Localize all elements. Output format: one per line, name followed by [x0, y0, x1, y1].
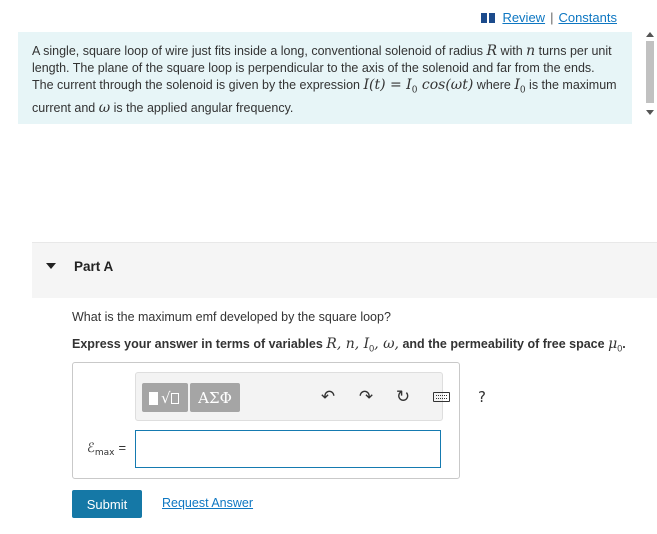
var-omega: ω	[98, 99, 111, 116]
question-text: What is the maximum emf developed by the…	[72, 310, 391, 324]
link-separator: |	[550, 10, 554, 25]
toolbar-button-group: √ ΑΣΦ	[142, 383, 240, 412]
part-title: Part A	[74, 259, 114, 274]
math-toolbar: √ ΑΣΦ ↶ ↷ ↻ ?	[135, 372, 486, 421]
template-button[interactable]: √	[142, 383, 188, 412]
request-answer-link[interactable]: Request Answer	[162, 496, 253, 510]
var-n: n	[526, 43, 536, 59]
instruction-text: .	[622, 337, 626, 351]
instruction-text: and the permeability of free space	[398, 337, 609, 351]
var-R: R	[486, 43, 497, 59]
greek-symbols-button[interactable]: ΑΣΦ	[190, 383, 240, 412]
equals-sign: =	[118, 440, 127, 455]
template-icon: √	[147, 388, 183, 408]
header-links: Review | Constants	[481, 10, 617, 25]
constants-link[interactable]: Constants	[558, 10, 617, 25]
keyboard-shortcuts-button[interactable]	[431, 387, 451, 407]
scroll-up-arrow-icon[interactable]	[646, 32, 654, 37]
scroll-down-arrow-icon[interactable]	[646, 110, 654, 115]
undo-icon[interactable]: ↶	[318, 387, 338, 407]
instruction-mu: μ	[608, 336, 618, 352]
reset-icon[interactable]: ↻	[393, 387, 413, 407]
keyboard-icon	[432, 392, 450, 402]
help-icon[interactable]: ?	[472, 387, 492, 407]
emf-symbol: ℰ	[87, 441, 95, 456]
review-link[interactable]: Review	[502, 10, 545, 25]
answer-label: ℰmax =	[87, 440, 126, 458]
mastering-physics-page: Review | Constants A single, square loop…	[0, 0, 657, 534]
problem-statement: A single, square loop of wire just fits …	[18, 32, 632, 124]
answer-instruction: Express your answer in terms of variable…	[72, 336, 626, 354]
problem-text: where	[473, 78, 515, 92]
book-icon	[481, 12, 496, 23]
cos-expression: cos(ωt)	[417, 77, 474, 93]
answer-box: √ ΑΣΦ ↶ ↷ ↻ ? ℰmax =	[72, 362, 486, 479]
part-a-header[interactable]: Part A	[32, 242, 657, 298]
instruction-text: Express your answer in terms of variable…	[72, 337, 327, 351]
problem-text: with	[496, 44, 527, 58]
instruction-omega: , ω,	[374, 336, 399, 352]
redo-icon[interactable]: ↷	[356, 387, 376, 407]
problem-text: A single, square loop of wire just fits …	[32, 44, 487, 58]
scroll-thumb[interactable]	[646, 41, 654, 103]
instruction-vars: R, n, I	[326, 336, 370, 352]
problem-text: is the applied angular frequency.	[110, 100, 294, 115]
submit-button[interactable]: Submit	[72, 490, 142, 518]
answer-input[interactable]	[135, 430, 441, 468]
scrollbar[interactable]	[643, 32, 657, 124]
current-expression: I(t) = I	[363, 77, 412, 93]
caret-down-icon[interactable]	[46, 263, 56, 269]
emf-subscript: max	[94, 448, 115, 458]
